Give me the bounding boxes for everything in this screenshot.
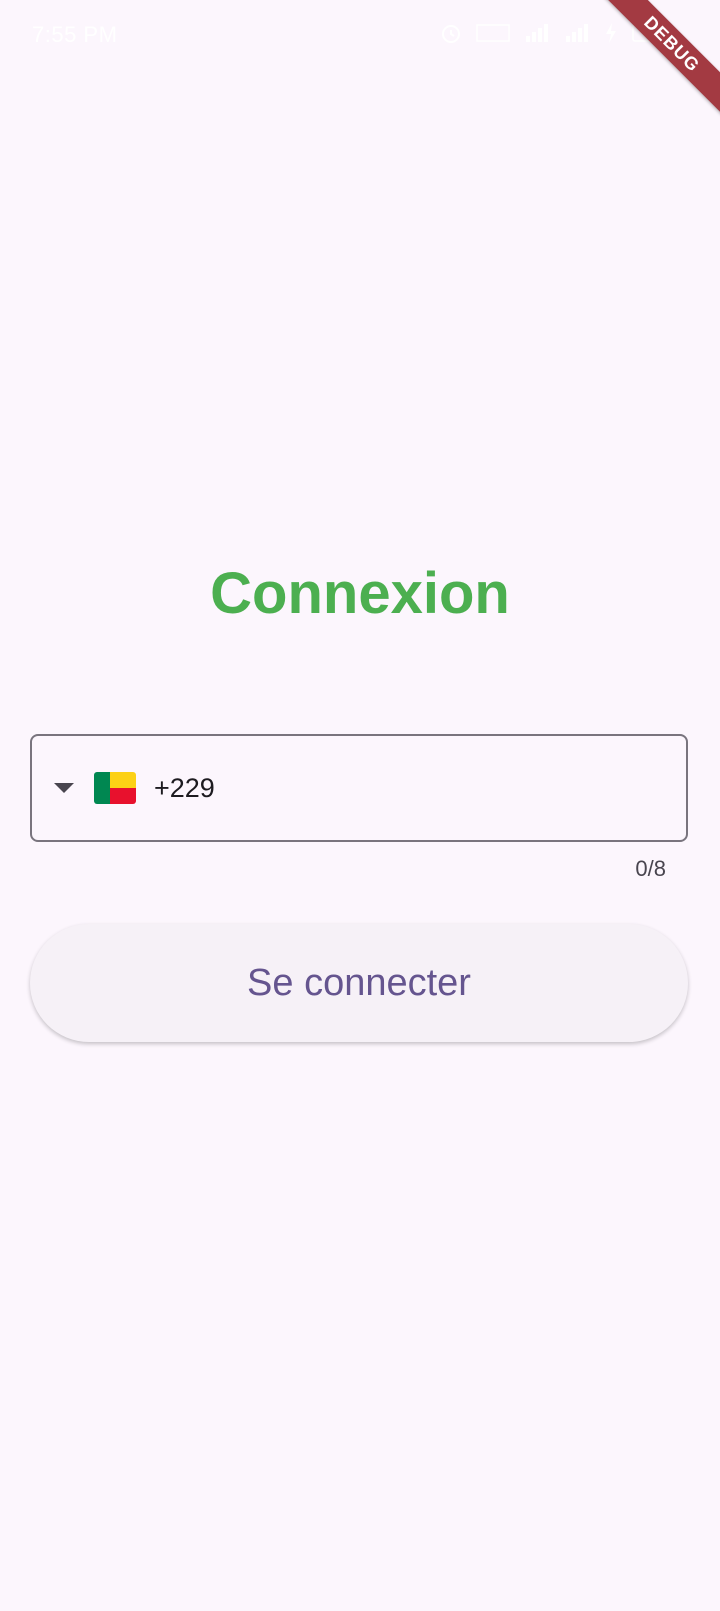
connect-button[interactable]: Se connecter bbox=[30, 924, 688, 1042]
status-bar: 7:55 PM bbox=[0, 0, 720, 72]
benin-flag-icon[interactable] bbox=[94, 772, 136, 804]
phone-number-field[interactable]: +229 bbox=[30, 734, 688, 842]
signal-icon bbox=[524, 22, 550, 44]
character-counter: 0/8 bbox=[635, 856, 666, 881]
dial-code: +229 bbox=[154, 772, 215, 803]
volte-icon bbox=[476, 22, 510, 44]
page-title: Connexion bbox=[210, 561, 510, 626]
status-icons bbox=[440, 22, 670, 44]
status-time: 7:55 PM bbox=[32, 22, 118, 47]
country-dropdown-icon[interactable] bbox=[52, 781, 76, 795]
battery-icon bbox=[632, 22, 670, 44]
alarm-icon bbox=[440, 22, 462, 44]
signal-icon bbox=[564, 22, 590, 44]
charging-icon bbox=[604, 22, 618, 44]
